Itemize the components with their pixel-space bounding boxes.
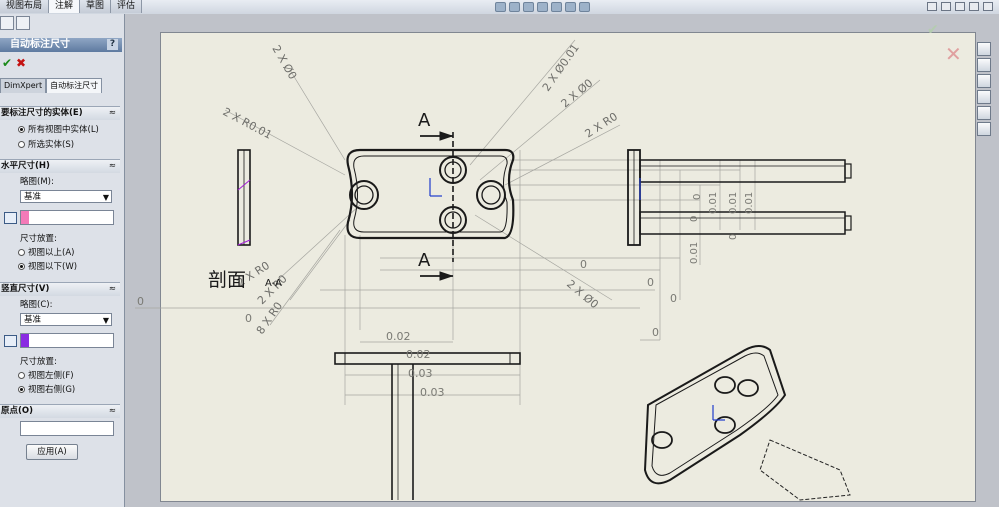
design-library-icon[interactable] [977, 58, 991, 72]
dim-h-8: 0 [647, 276, 654, 289]
appearances-icon[interactable] [977, 106, 991, 120]
callout-radius-5: 8 X R0 [254, 300, 285, 337]
dim-h-6: 0.03 [408, 367, 433, 380]
right-view [627, 149, 852, 246]
dim-v-5: 0 [689, 216, 700, 222]
drawing-views: 2 X Ø0 2 X Ø0.01 2 X Ø0 2 X R0 2 X R0.01… [135, 39, 852, 501]
solidworks-resources-icon[interactable] [977, 42, 991, 56]
task-pane-tabs [977, 42, 995, 136]
dim-v-3: 0.01 [744, 192, 755, 214]
callout-labels: 2 X Ø0 2 X Ø0.01 2 X Ø0 2 X R0 2 X R0.01… [221, 41, 620, 336]
dim-h-5: 0.02 [406, 348, 431, 361]
section-view-suffix: A-A [265, 278, 282, 289]
section-view-label: 剖面 [208, 269, 246, 291]
confirm-corner-icon[interactable]: ✔ [927, 22, 939, 38]
dim-v-7: 0 [728, 234, 739, 240]
vertical-dimension-labels: 0.01 0.01 0.01 0.01 0 0 0 [689, 192, 755, 264]
cut-label-top: A [418, 110, 431, 131]
dim-v-2: 0.01 [728, 192, 739, 214]
dim-h-4: 0.02 [386, 330, 411, 343]
isometric-view [643, 345, 851, 501]
dim-h-10: 0 [652, 326, 659, 339]
dim-h-9: 0 [670, 292, 677, 305]
left-view [237, 149, 251, 246]
dim-h-3: 0 [580, 258, 587, 271]
origin-triad [429, 178, 725, 421]
callout-hole-3: 2 X Ø0 [559, 76, 596, 110]
dim-h-1: 0 [137, 295, 144, 308]
callout-radius-2: 2 X R0.01 [221, 105, 274, 142]
section-annotations: A A 剖面 A-A [208, 110, 431, 291]
callout-hole-1: 2 X Ø0 [269, 43, 299, 82]
dim-v-4: 0.01 [689, 242, 700, 264]
view-palette-icon[interactable] [977, 90, 991, 104]
callout-hole-4: 2 X Ø0 [564, 277, 601, 311]
dim-h-2: 0 [245, 312, 252, 325]
file-explorer-icon[interactable] [977, 74, 991, 88]
custom-properties-icon[interactable] [977, 122, 991, 136]
dim-v-1: 0.01 [708, 192, 719, 214]
cancel-corner-icon[interactable]: ✕ [945, 42, 962, 66]
callout-radius-1: 2 X R0 [583, 110, 620, 141]
dim-h-7: 0.03 [420, 386, 445, 399]
dim-v-6: 0 [692, 194, 703, 200]
cut-label-bottom: A [418, 250, 431, 271]
